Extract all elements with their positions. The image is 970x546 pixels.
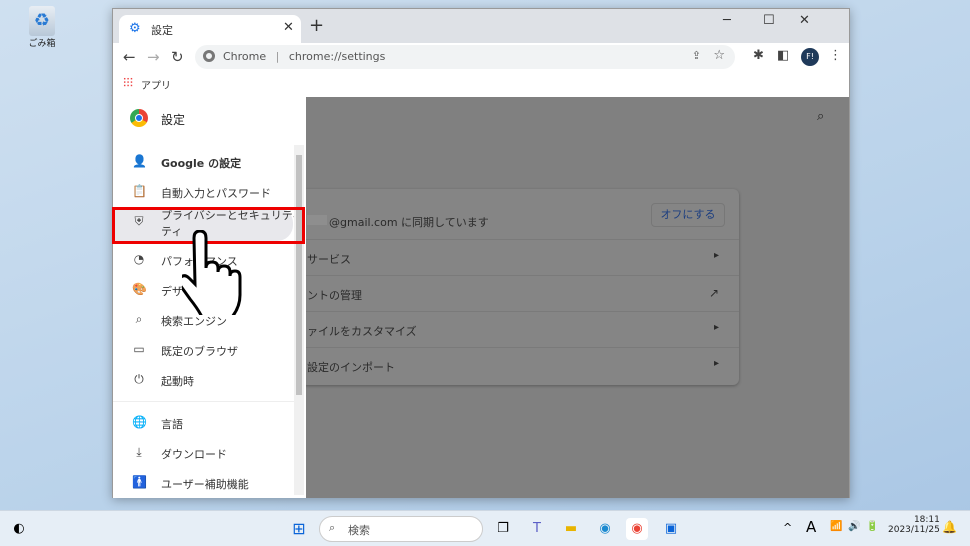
speedometer-icon: ◔ <box>133 252 145 266</box>
palette-icon: 🎨 <box>132 282 147 296</box>
tab-settings[interactable]: ⚙ 設定 ✕ <box>119 15 301 43</box>
settings-title: 設定 <box>161 113 186 127</box>
browser-icon: ▭ <box>133 342 145 356</box>
taskbar: ◐ ⊞ ⌕ 検索 ❐ T ▬ ◉ ◉ ▣ ^ A 📶 🔊 🔋 18:11 2023/… <box>0 510 970 546</box>
battery-icon[interactable]: 🔋 <box>866 521 878 532</box>
external-link-icon: ↗ <box>708 286 719 300</box>
sidebar-item-autofill[interactable]: 📋 自動入力とパスワード <box>113 177 293 207</box>
search-icon: ⌕ <box>135 312 143 326</box>
recycle-bin[interactable]: ♻ ごみ箱 <box>22 6 62 49</box>
sidebar-item-accessibility[interactable]: 🚹 ユーザー補助機能 <box>113 468 293 498</box>
chrome-taskbar-icon[interactable]: ◉ <box>626 518 648 540</box>
apps-grid-icon <box>123 77 133 87</box>
ime-indicator[interactable]: A <box>806 518 816 536</box>
maximize-button[interactable]: ☐ <box>763 13 775 28</box>
toolbar: ← → ↻ Chrome | chrome://settings ⇪ ☆ ✱ ◧… <box>113 43 849 71</box>
start-button[interactable]: ⊞ <box>288 518 310 540</box>
site-label: Chrome <box>223 50 267 63</box>
close-window-button[interactable]: ✕ <box>799 13 810 28</box>
chrome-icon <box>203 50 215 62</box>
task-view-icon[interactable]: ❐ <box>492 518 514 540</box>
sidebar-item-downloads[interactable]: ⤓ ダウンロード <box>113 438 293 468</box>
clock[interactable]: 18:11 2023/11/25 <box>888 515 940 535</box>
search-settings-icon[interactable]: ⌕ <box>817 109 824 124</box>
chevron-up-icon[interactable]: ^ <box>783 521 792 534</box>
download-icon: ⤓ <box>136 445 142 459</box>
sidebar-item-google[interactable]: 👤 Google の設定 <box>113 147 293 177</box>
chevron-right-icon: ▸ <box>713 358 719 369</box>
close-tab-icon[interactable]: ✕ <box>283 20 294 35</box>
sidebar-item-on-startup[interactable]: ⏻ 起動時 <box>113 365 293 395</box>
star-icon[interactable]: ☆ <box>713 48 725 63</box>
store-icon[interactable]: ▣ <box>660 518 682 540</box>
turn-off-sync-button[interactable]: オフにする <box>651 203 725 227</box>
url-text: chrome://settings <box>288 50 386 63</box>
power-icon: ⏻ <box>134 372 144 386</box>
accessibility-icon: 🚹 <box>132 475 147 489</box>
new-tab-button[interactable]: + <box>309 15 324 36</box>
gear-icon: ⚙ <box>129 21 141 36</box>
avatar[interactable]: F! <box>801 48 819 66</box>
settings-row[interactable]: ァイルをカスタマイズ ▸ <box>301 311 739 347</box>
side-panel-icon[interactable]: ◧ <box>777 48 789 63</box>
tab-strip: ⚙ 設定 ✕ + ─ ☐ ✕ <box>113 9 849 43</box>
minimize-button[interactable]: ─ <box>723 13 731 28</box>
bookmark-apps[interactable]: アプリ <box>141 77 171 92</box>
bookmarks-bar: アプリ <box>113 71 849 97</box>
sidebar-item-languages[interactable]: 🌐 言語 <box>113 408 293 438</box>
back-button[interactable]: ← <box>123 48 136 66</box>
taskbar-search[interactable]: ⌕ 検索 <box>319 516 483 542</box>
sync-status: @gmail.com に同期しています <box>329 216 489 229</box>
recycle-bin-icon: ♻ <box>29 6 55 36</box>
globe-icon: 🌐 <box>132 415 147 429</box>
extensions-icon[interactable]: ✱ <box>753 48 764 63</box>
settings-row[interactable]: サービス ▸ <box>301 239 739 275</box>
settings-row[interactable]: ントの管理 ↗ <box>301 275 739 311</box>
person-icon: 👤 <box>132 154 147 168</box>
sidebar-item-default-browser[interactable]: ▭ 既定のブラウザ <box>113 335 293 365</box>
edge-icon[interactable]: ◉ <box>594 518 616 540</box>
you-and-google-card: @gmail.com に同期しています オフにする サービス ▸ ントの管理 ↗ ァ… <box>301 189 739 385</box>
chrome-logo-icon <box>130 109 148 127</box>
forward-button[interactable]: → <box>147 48 160 66</box>
notification-bell-icon[interactable]: 🔔 <box>942 520 957 534</box>
search-placeholder: 検索 <box>348 524 370 537</box>
reload-button[interactable]: ↻ <box>171 48 184 66</box>
chevron-right-icon: ▸ <box>713 250 719 261</box>
clipboard-icon: 📋 <box>132 184 147 198</box>
scrollbar-thumb[interactable] <box>296 155 302 395</box>
tab-title: 設定 <box>151 24 173 37</box>
chevron-right-icon: ▸ <box>713 322 719 333</box>
address-bar[interactable]: Chrome | chrome://settings ⇪ ☆ <box>195 45 735 69</box>
teams-icon[interactable]: T <box>526 518 548 540</box>
share-icon[interactable]: ⇪ <box>692 49 701 62</box>
menu-icon[interactable]: ⋮ <box>829 48 842 63</box>
recycle-bin-label: ごみ箱 <box>28 39 56 49</box>
settings-row[interactable]: 設定のインポート ▸ <box>301 347 739 383</box>
hand-pointer-icon <box>182 230 242 315</box>
file-explorer-icon[interactable]: ▬ <box>560 518 582 540</box>
wifi-icon[interactable]: 📶 <box>830 521 842 532</box>
volume-icon[interactable]: 🔊 <box>848 521 860 532</box>
widgets-icon[interactable]: ◐ <box>8 518 30 540</box>
search-icon: ⌕ <box>329 521 336 534</box>
sidebar-scrollbar[interactable] <box>294 145 304 495</box>
divider <box>113 401 294 402</box>
